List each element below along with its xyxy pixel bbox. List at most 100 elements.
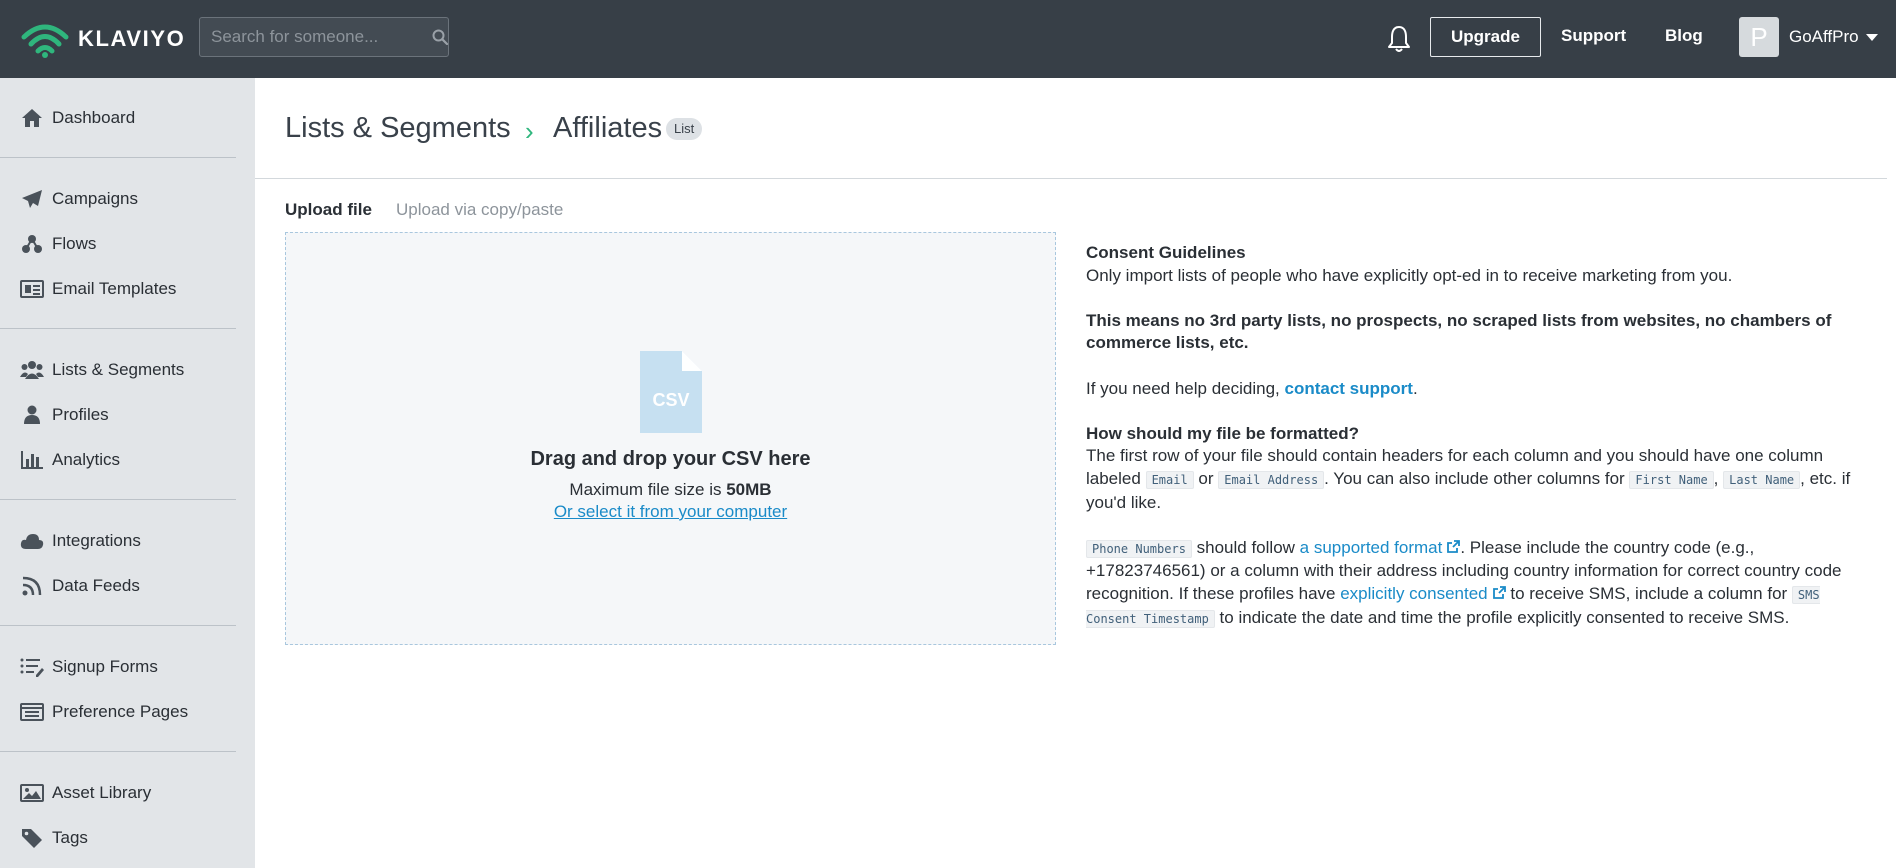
code-email: Email — [1145, 470, 1194, 489]
sidebar-item-label: Tags — [52, 828, 88, 847]
newspaper-icon — [20, 278, 44, 300]
sidebar-item-label: Analytics — [52, 450, 121, 469]
sidebar-item-label: Signup Forms — [52, 657, 158, 676]
chevron-right-icon: › — [525, 116, 534, 146]
format-text: The first row of your file should contai… — [1086, 445, 1876, 514]
list-type-badge: List — [666, 118, 703, 140]
or-text: or — [1193, 468, 1219, 488]
paper-plane-icon — [20, 188, 44, 210]
sidebar-item-label: Data Feeds — [52, 576, 140, 595]
preference-icon — [20, 701, 44, 723]
format-text-2: . You can also include other columns for — [1324, 468, 1630, 488]
consent-title: Consent Guidelines — [1086, 243, 1246, 262]
sidebar-divider — [0, 328, 236, 329]
external-link-icon — [1447, 539, 1461, 553]
sidebar-item-label: Preference Pages — [52, 702, 189, 721]
code-email-address: Email Address — [1218, 470, 1325, 489]
flows-icon — [20, 233, 44, 255]
home-icon — [20, 107, 44, 129]
consented-link-label: explicitly consented — [1340, 583, 1488, 603]
sidebar-item-label: Asset Library — [52, 783, 152, 802]
page-title: Affiliates — [553, 112, 663, 144]
max-file-size: Maximum file size is 50MB — [286, 480, 1055, 500]
comma-text: , — [1713, 468, 1724, 488]
code-last-name: Last Name — [1723, 470, 1801, 489]
help-text: If you need help deciding, contact suppo… — [1086, 378, 1876, 401]
consent-text: Only import lists of people who have exp… — [1086, 265, 1733, 285]
form-list-icon — [20, 656, 44, 678]
phone-text: Phone Numbers should follow a supported … — [1086, 537, 1876, 630]
consent-guidelines: Consent Guidelines Only import lists of … — [1086, 242, 1876, 630]
csv-file-icon: CSV — [640, 351, 702, 433]
sidebar-item-label: Integrations — [52, 531, 141, 550]
external-link-icon — [1492, 586, 1506, 599]
tag-icon — [20, 827, 44, 849]
bar-chart-icon — [20, 449, 44, 471]
sidebar-divider — [0, 157, 236, 158]
code-phone-numbers: Phone Numbers — [1086, 539, 1192, 558]
max-file-size-value: 50MB — [726, 480, 772, 499]
dropzone-title: Drag and drop your CSV here — [530, 448, 811, 470]
contact-support-link[interactable]: contact support — [1284, 379, 1412, 398]
explicitly-consented-link[interactable]: explicitly consented — [1340, 583, 1506, 603]
chevron-down-icon[interactable] — [1866, 34, 1878, 41]
sidebar-item-analytics[interactable]: Analytics — [0, 440, 255, 480]
sidebar-divider — [0, 499, 236, 500]
cloud-icon — [20, 530, 44, 552]
top-navigation-bar: KLAVIYO Upgrade Support Blog P GoAffPro — [0, 0, 1896, 78]
klaviyo-logo[interactable]: KLAVIYO — [20, 19, 185, 59]
sidebar-item-profiles[interactable]: Profiles — [0, 395, 255, 435]
sidebar-item-dashboard[interactable]: Dashboard — [0, 98, 255, 138]
sidebar-item-preference-pages[interactable]: Preference Pages — [0, 692, 255, 732]
support-link[interactable]: Support — [1561, 26, 1626, 46]
sidebar-item-data-feeds[interactable]: Data Feeds — [0, 566, 255, 606]
sidebar-item-label: Campaigns — [52, 189, 138, 208]
tab-upload-file[interactable]: Upload file — [285, 200, 372, 220]
rss-icon — [20, 575, 44, 597]
breadcrumb-parent-link[interactable]: Lists & Segments — [285, 112, 511, 145]
help-suffix: . — [1412, 378, 1418, 398]
header-divider — [255, 178, 1887, 179]
bell-icon[interactable] — [1385, 24, 1413, 54]
phone-text-3: to receive SMS, include a column for — [1505, 583, 1792, 603]
wifi-logo-icon — [21, 24, 69, 58]
search-box — [199, 17, 449, 57]
sidebar-item-email-templates[interactable]: Email Templates — [0, 269, 255, 309]
user-icon — [20, 404, 44, 426]
sidebar-item-flows[interactable]: Flows — [0, 224, 255, 264]
sidebar-item-label: Lists & Segments — [52, 360, 185, 379]
phone-text-4: to indicate the date and time the profil… — [1214, 607, 1790, 627]
sidebar-item-label: Profiles — [52, 405, 109, 424]
code-first-name: First Name — [1629, 470, 1714, 489]
phone-text-1: should follow — [1191, 537, 1300, 557]
avatar[interactable]: P — [1739, 17, 1779, 57]
sidebar-divider — [0, 751, 236, 752]
sidebar-item-campaigns[interactable]: Campaigns — [0, 179, 255, 219]
sidebar-divider — [0, 625, 236, 626]
sidebar-item-asset-library[interactable]: Asset Library — [0, 773, 255, 813]
sidebar-item-integrations[interactable]: Integrations — [0, 521, 255, 561]
users-icon — [20, 359, 44, 381]
search-input[interactable] — [200, 18, 432, 56]
supported-format-link[interactable]: a supported format — [1300, 538, 1461, 557]
image-icon — [20, 782, 44, 804]
sidebar-item-lists-segments[interactable]: Lists & Segments — [0, 350, 255, 390]
format-title: How should my file be formatted? — [1086, 423, 1359, 443]
select-file-link[interactable]: Or select it from your computer — [286, 502, 1055, 522]
logo-text: KLAVIYO — [78, 26, 186, 51]
blog-link[interactable]: Blog — [1665, 26, 1703, 46]
sidebar-item-label: Flows — [52, 234, 97, 253]
upgrade-button[interactable]: Upgrade — [1430, 17, 1541, 57]
account-name[interactable]: GoAffPro — [1789, 27, 1859, 47]
supported-format-link-label: a supported format — [1299, 537, 1443, 557]
csv-icon-text: CSV — [652, 390, 689, 410]
max-file-size-label: Maximum file size is — [569, 480, 727, 499]
search-icon[interactable] — [432, 18, 448, 56]
tab-upload-copy-paste[interactable]: Upload via copy/paste — [396, 200, 563, 220]
csv-dropzone[interactable]: CSV Drag and drop your CSV here Maximum … — [285, 232, 1056, 645]
sidebar-item-tags[interactable]: Tags — [0, 818, 255, 858]
consent-warning: This means no 3rd party lists, no prospe… — [1086, 310, 1832, 353]
sidebar: Dashboard Campaigns Flows Email Template… — [0, 78, 255, 868]
sidebar-item-signup-forms[interactable]: Signup Forms — [0, 647, 255, 687]
help-prefix: If you need help deciding, — [1086, 378, 1285, 398]
